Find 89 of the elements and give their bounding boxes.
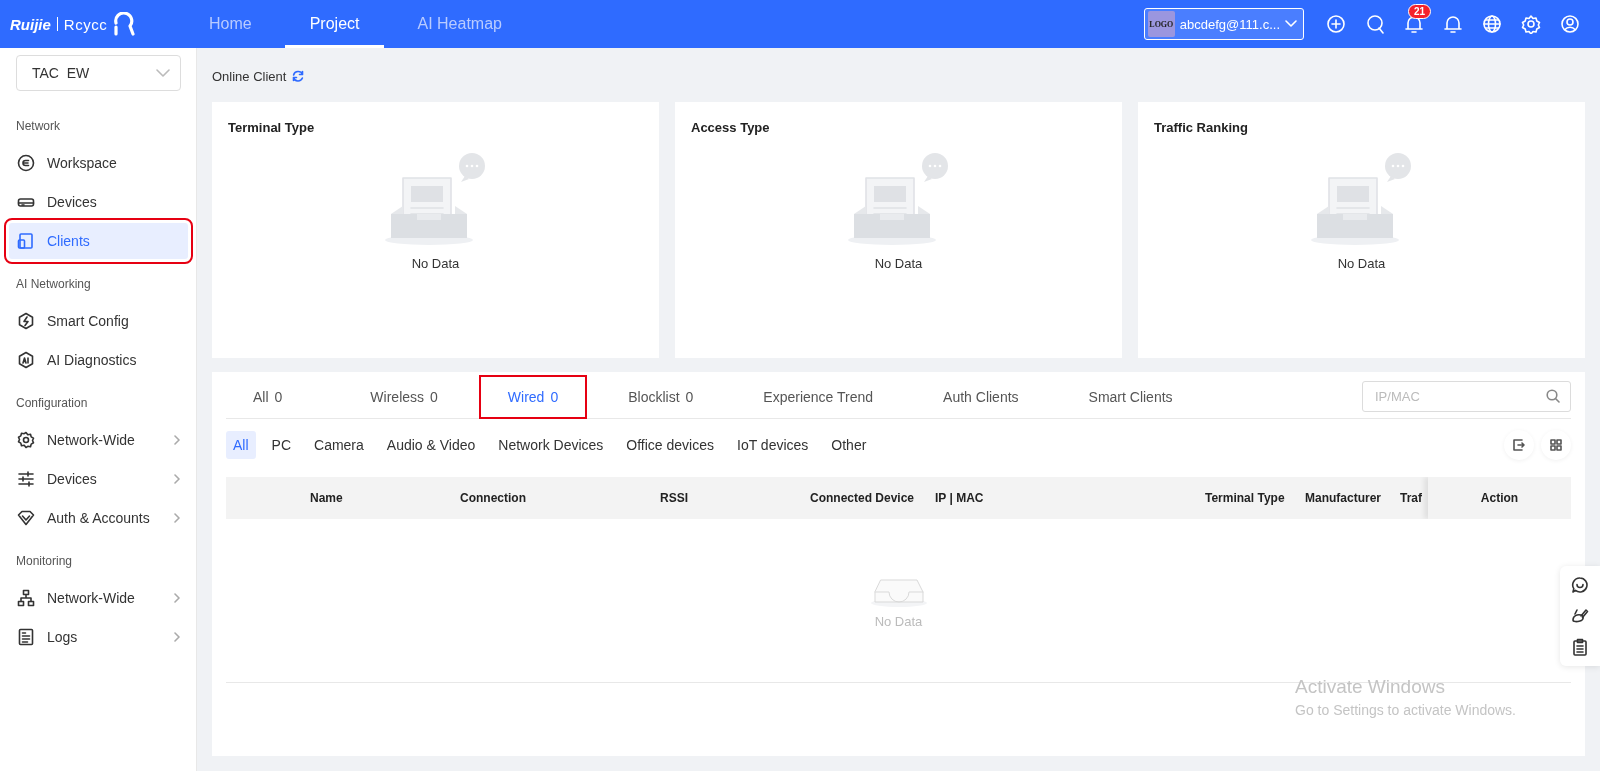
column-header: Terminal Type (1205, 491, 1286, 505)
chat-bubble-icon[interactable] (1571, 576, 1589, 594)
gear-icon (17, 431, 35, 449)
filter-chip[interactable]: Network Devices (491, 431, 611, 459)
chevron-down-icon (1285, 20, 1297, 28)
sidebar-item[interactable]: Auth & Accounts (9, 500, 188, 536)
paint-palette-icon[interactable] (1571, 607, 1589, 625)
columns-button[interactable] (1541, 430, 1571, 460)
client-tab[interactable]: Smart Clients (1061, 376, 1200, 417)
filter-chip[interactable]: PC (264, 431, 298, 459)
chevron-right-icon (174, 632, 180, 642)
filter-chip[interactable]: Office devices (619, 431, 721, 459)
product-logo: Rcycc (63, 15, 108, 33)
sidebar-item[interactable]: Devices (9, 184, 188, 220)
export-button[interactable] (1504, 430, 1534, 460)
globe-icon[interactable] (1482, 14, 1502, 34)
page-title: Online Client (212, 68, 287, 84)
search-icon[interactable] (1365, 14, 1385, 34)
client-tab[interactable]: Experience Trend (736, 376, 901, 417)
sliders-icon (17, 470, 35, 488)
section-heading: Configuration (15, 396, 89, 410)
sidebar-item[interactable]: Network-Wide (9, 580, 188, 616)
filter-chip[interactable]: Camera (307, 431, 371, 459)
workspace-icon (17, 154, 35, 172)
clipboard-list-icon[interactable] (1571, 638, 1589, 656)
column-header: Manufacturer (1305, 491, 1382, 505)
account-selector[interactable]: LOGO abcdefg@111.c... (1143, 8, 1304, 40)
filter-chip[interactable]: IoT devices (730, 431, 816, 459)
column-header: Traf (1400, 491, 1423, 505)
column-header: Name (310, 491, 344, 505)
grid-icon (1550, 439, 1562, 451)
column-header: Action (1428, 477, 1571, 519)
client-tab[interactable]: Blocklist 0 (601, 376, 721, 417)
lightning-hexagon-icon (17, 312, 35, 330)
sidebar-item[interactable]: Network-Wide (9, 422, 188, 458)
sidebar-item[interactable]: Logs (9, 619, 188, 655)
column-header: Connection (460, 491, 527, 505)
section-heading: AI Networking (15, 277, 92, 291)
chevron-down-icon (156, 69, 170, 77)
bell-icon[interactable] (1404, 14, 1424, 34)
filter-chip[interactable]: Audio & Video (379, 431, 483, 459)
windows-activation-text: Go to Settings to activate Windows. (1295, 702, 1516, 718)
project-select[interactable]: TAC EW (16, 55, 181, 91)
bell-icon[interactable] (1443, 14, 1463, 34)
client-tab[interactable]: All 0 (226, 376, 310, 417)
search-icon[interactable] (1546, 389, 1560, 403)
sidebar-item[interactable]: Devices (9, 461, 188, 497)
filter-chip[interactable]: Other (824, 431, 874, 459)
user-icon[interactable] (1560, 14, 1580, 34)
client-tab[interactable]: Wired 0 (480, 376, 586, 417)
section-heading: Network (15, 119, 61, 133)
empty-message: No Data (1337, 256, 1386, 271)
sidebar-item[interactable]: AI Diagnostics (9, 342, 188, 378)
r-logo-icon (113, 12, 136, 36)
tablet-phone-icon (17, 232, 35, 250)
chevron-right-icon (174, 513, 180, 523)
account-name: abcdefg@111.c... (1179, 16, 1280, 32)
log-document-icon (17, 628, 35, 646)
sidebar-item[interactable]: Workspace (9, 145, 188, 181)
card-title: Terminal Type (228, 120, 315, 135)
hierarchy-icon (17, 589, 35, 607)
chevron-right-icon (174, 435, 180, 445)
brand-logo: Ruijie (10, 15, 51, 33)
client-tab[interactable]: Wireless 0 (343, 376, 465, 417)
empty-message: No Data (411, 256, 460, 271)
card-title: Traffic Ranking (1154, 120, 1248, 135)
add-icon[interactable] (1326, 14, 1346, 34)
column-header: IP | MAC (935, 491, 985, 505)
export-icon (1513, 439, 1525, 451)
sidebar-item[interactable]: Smart Config (9, 303, 188, 339)
filter-chip[interactable]: All (226, 431, 256, 459)
nav-tab[interactable]: Project (284, 0, 385, 48)
empty-message: No Data (874, 614, 923, 629)
ai-hexagon-icon (17, 351, 35, 369)
empty-message: No Data (874, 256, 923, 271)
notification-badge: 21 (1408, 4, 1432, 19)
client-tab[interactable]: Auth Clients (916, 376, 1046, 417)
chevron-right-icon (174, 593, 180, 603)
chevron-right-icon (174, 474, 180, 484)
column-header: Connected Device (810, 491, 916, 505)
section-heading: Monitoring (15, 554, 74, 568)
account-logo: LOGO (1147, 11, 1175, 37)
settings-icon[interactable] (1521, 14, 1541, 34)
diamond-icon (17, 509, 35, 527)
column-header: RSSI (660, 491, 689, 505)
refresh-icon[interactable] (292, 70, 305, 82)
card-title: Access Type (691, 120, 770, 135)
search-field[interactable]: IP/MAC (1362, 381, 1571, 412)
windows-activation-title: Activate Windows (1295, 676, 1446, 698)
